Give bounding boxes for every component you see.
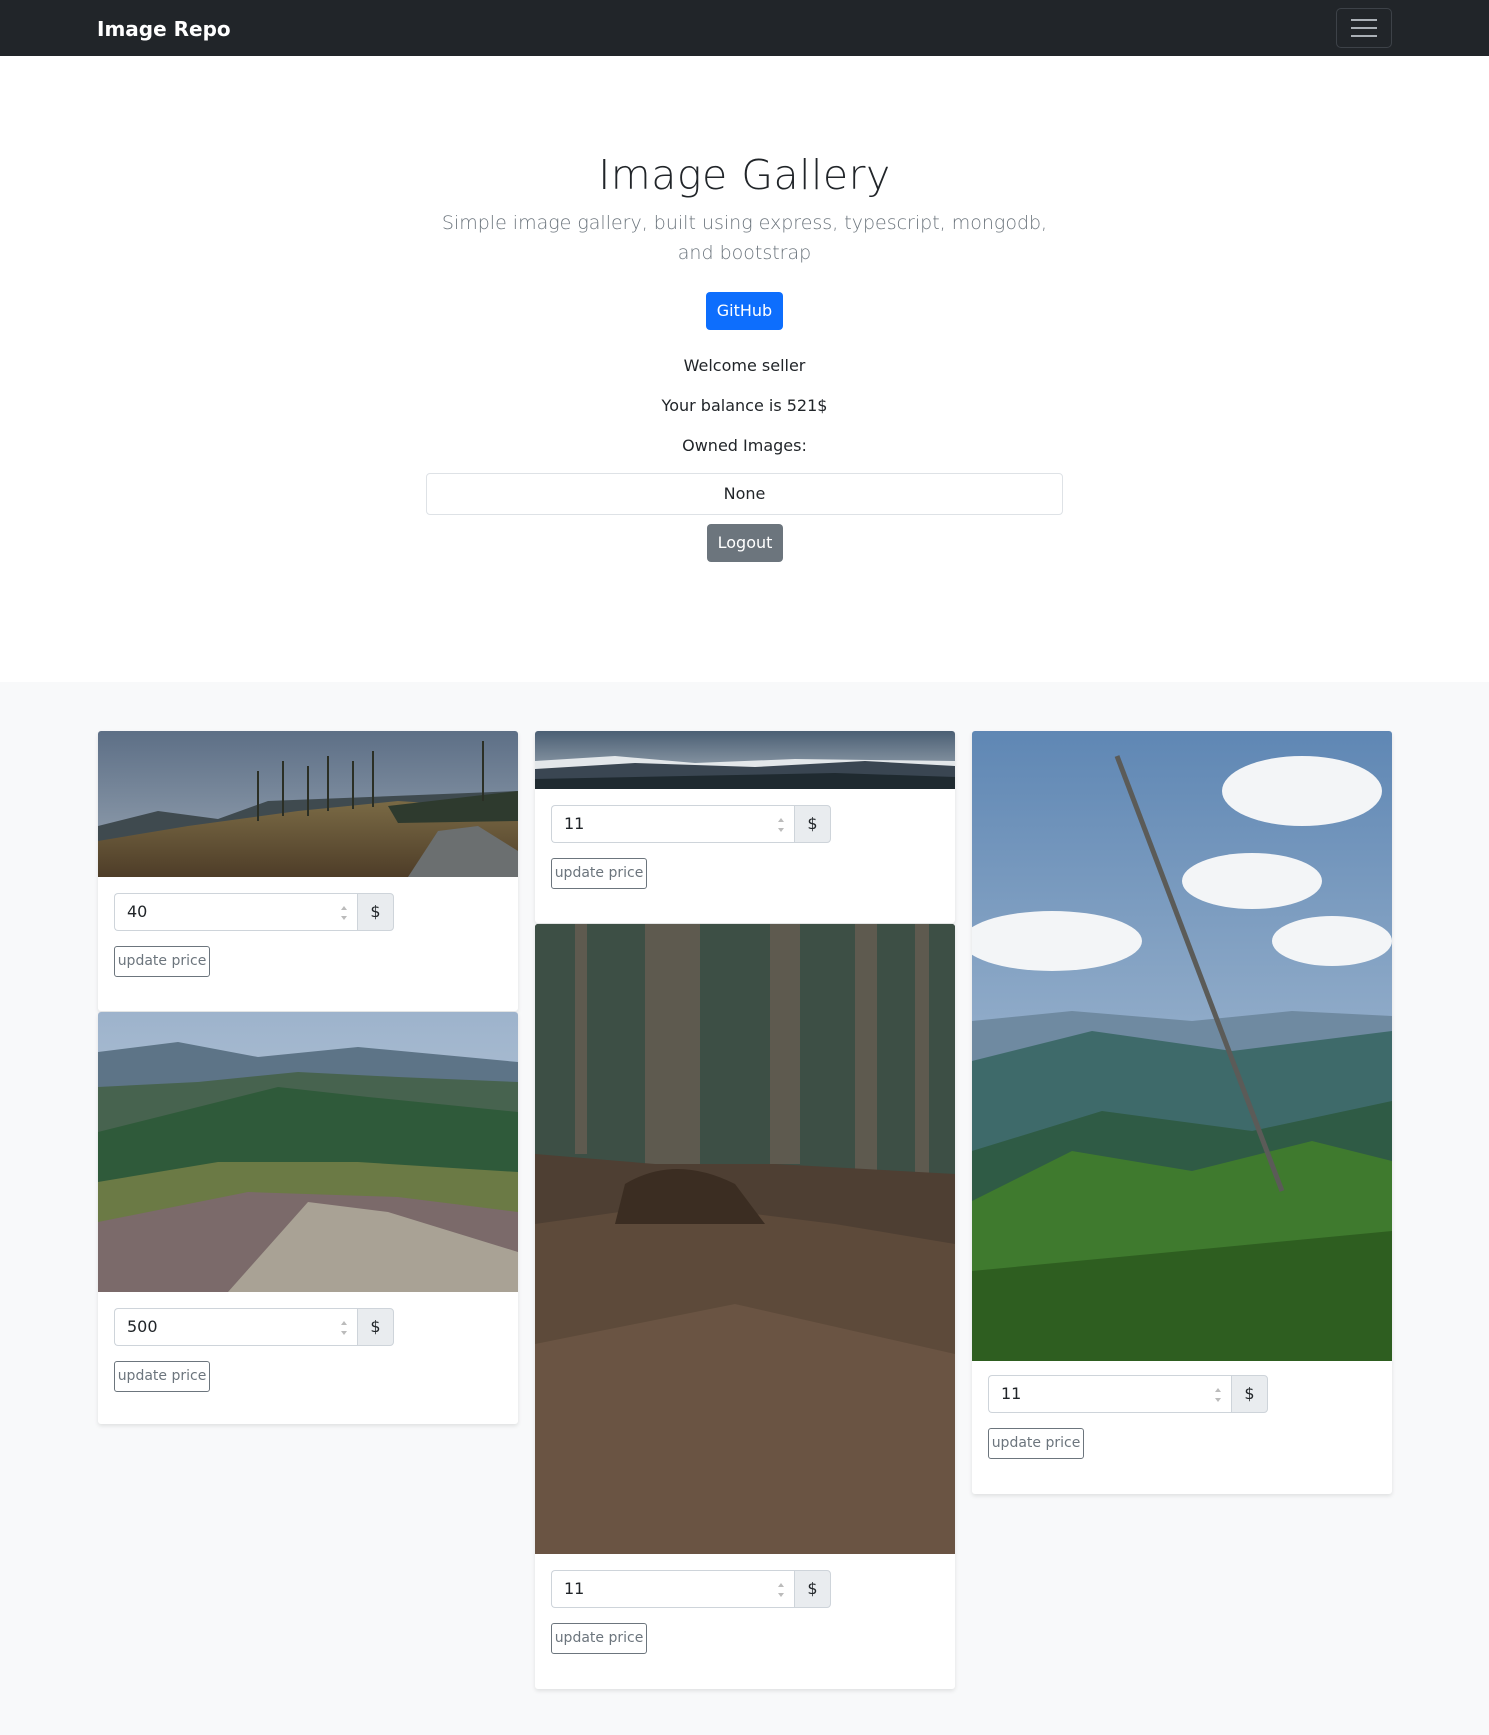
image-card: 11 $ update price — [535, 924, 955, 1689]
price-input-group: 11 $ — [551, 805, 831, 843]
balance-text: Your balance is 521$ — [661, 396, 828, 415]
spinner-icon[interactable] — [778, 818, 784, 832]
gallery-image[interactable] — [535, 731, 955, 789]
price-input-group: 11 $ — [988, 1375, 1268, 1413]
price-input-group: 11 $ — [551, 1570, 831, 1608]
gallery-image[interactable] — [535, 924, 955, 1554]
gallery-section: 40 $ update price 500 $ update price 11 … — [0, 682, 1489, 1735]
update-price-button[interactable]: update price — [551, 1623, 647, 1654]
hamburger-icon — [1351, 35, 1377, 37]
currency-addon: $ — [794, 1570, 831, 1608]
price-value: 40 — [127, 902, 148, 921]
page-title: Image Gallery — [598, 151, 891, 199]
price-value: 11 — [1001, 1384, 1022, 1403]
navbar: Image Repo — [0, 0, 1489, 56]
spinner-icon[interactable] — [341, 906, 347, 920]
update-price-button[interactable]: update price — [988, 1428, 1084, 1459]
image-card: 11 $ update price — [972, 731, 1392, 1494]
update-price-button[interactable]: update price — [114, 1361, 210, 1392]
spinner-icon[interactable] — [1215, 1388, 1221, 1402]
price-value: 11 — [564, 814, 585, 833]
price-input-group: 40 $ — [114, 893, 394, 931]
welcome-text: Welcome seller — [683, 356, 806, 375]
price-value: 11 — [564, 1579, 585, 1598]
image-card: 500 $ update price — [98, 1012, 518, 1424]
spinner-icon[interactable] — [341, 1321, 347, 1335]
hero-section: Image Gallery Simple image gallery, buil… — [0, 56, 1489, 682]
gallery-image[interactable] — [98, 1012, 518, 1292]
spinner-icon[interactable] — [778, 1583, 784, 1597]
navbar-brand[interactable]: Image Repo — [97, 17, 231, 41]
gallery-image[interactable] — [972, 731, 1392, 1361]
price-input-group: 500 $ — [114, 1308, 394, 1346]
price-input[interactable]: 40 — [114, 893, 357, 931]
image-card: 11 $ update price — [535, 731, 955, 923]
gallery-image[interactable] — [98, 731, 518, 877]
currency-addon: $ — [794, 805, 831, 843]
currency-addon: $ — [357, 1308, 394, 1346]
price-value: 500 — [127, 1317, 158, 1336]
owned-images-label: Owned Images: — [682, 436, 807, 455]
image-card: 40 $ update price — [98, 731, 518, 1011]
hamburger-icon — [1351, 27, 1377, 29]
price-input[interactable]: 500 — [114, 1308, 357, 1346]
navbar-toggler-button[interactable] — [1336, 8, 1392, 48]
page-subtitle: Simple image gallery, built using expres… — [441, 212, 1048, 264]
github-button[interactable]: GitHub — [706, 292, 783, 330]
currency-addon: $ — [357, 893, 394, 931]
price-input[interactable]: 11 — [988, 1375, 1231, 1413]
update-price-button[interactable]: update price — [551, 858, 647, 889]
price-input[interactable]: 11 — [551, 805, 794, 843]
owned-images-list: None — [426, 473, 1063, 515]
hamburger-icon — [1351, 19, 1377, 21]
logout-button[interactable]: Logout — [707, 524, 783, 562]
price-input[interactable]: 11 — [551, 1570, 794, 1608]
currency-addon: $ — [1231, 1375, 1268, 1413]
update-price-button[interactable]: update price — [114, 946, 210, 977]
